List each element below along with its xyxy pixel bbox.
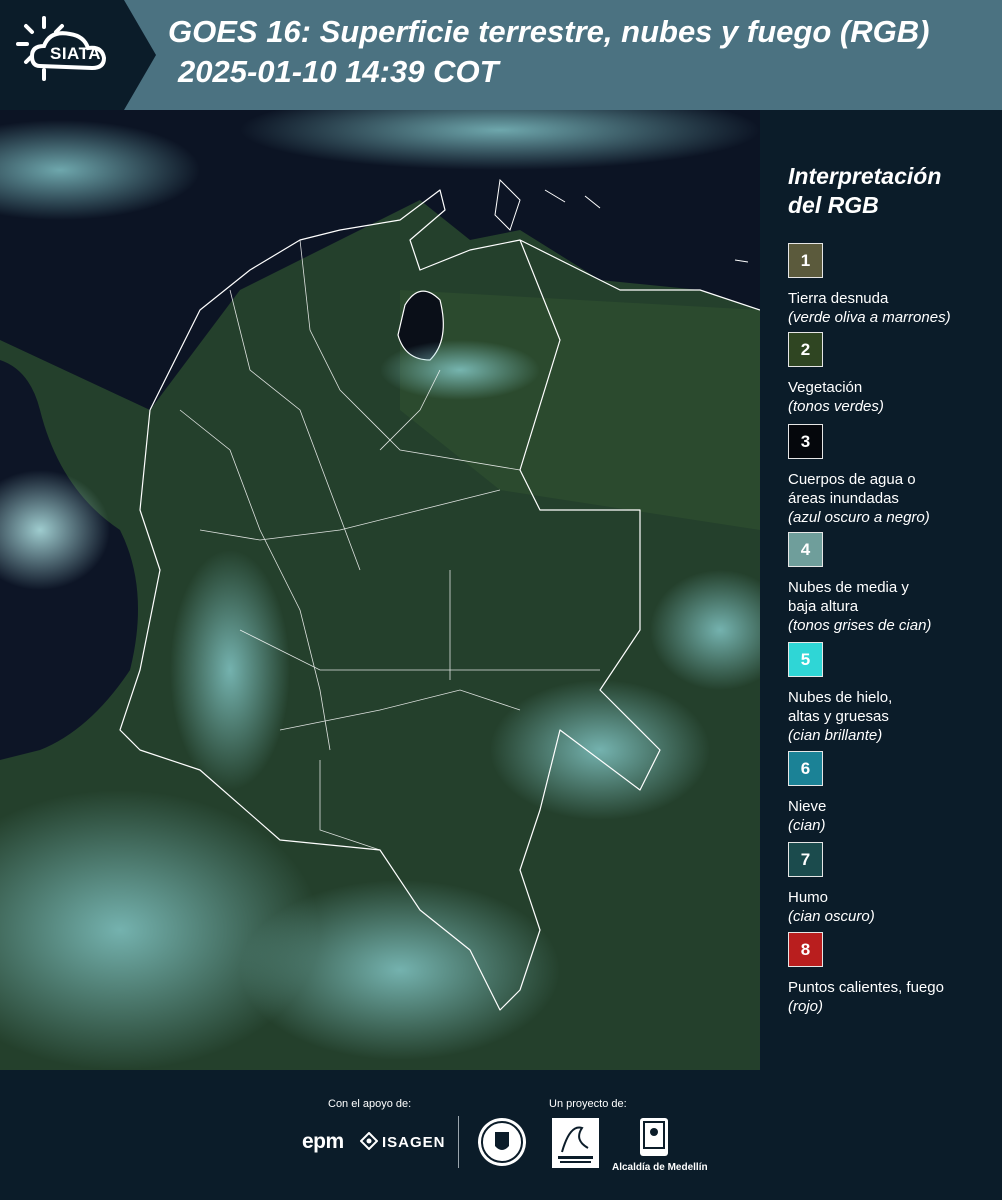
legend-swatch: 6: [788, 751, 823, 786]
siata-logo: SIATA: [0, 0, 158, 110]
timestamp: 2025-01-10 14:39 COT: [178, 54, 499, 89]
support-caption: Con el apoyo de:: [328, 1098, 412, 1110]
legend-item: 2 Vegetación (tonos verdes): [788, 332, 998, 416]
legend-swatch: 7: [788, 842, 823, 877]
legend-item: 6 Nieve (cian): [788, 751, 998, 835]
satellite-map: [0, 110, 760, 1070]
legend-title: Interpretación del RGB: [788, 163, 942, 218]
legend-item: 7 Humo (cian oscuro): [788, 842, 998, 926]
legend-swatch: 2: [788, 332, 823, 367]
legend-swatch: 3: [788, 424, 823, 459]
alcaldia-shield-icon: [640, 1118, 668, 1156]
epm-logo: epm: [302, 1130, 344, 1153]
project-caption: Un proyecto de:: [549, 1098, 627, 1110]
legend-swatch: 1: [788, 243, 823, 278]
alcaldia-logo: Alcaldía de Medellín: [612, 1162, 708, 1173]
legend-item: 5 Nubes de hielo, altas y gruesas (cian …: [788, 642, 998, 745]
footer: Con el apoyo de: Un proyecto de: epm ISA…: [0, 1070, 1002, 1200]
area-metropolitana-logo-icon: [552, 1118, 599, 1168]
legend-item: 3 Cuerpos de agua o áreas inundadas (azu…: [788, 424, 998, 527]
legend-panel: Interpretación del RGB 1 Tierra desnuda …: [770, 110, 1002, 1070]
header: SIATA GOES 16: Superficie terrestre, nub…: [0, 0, 1002, 110]
footer-divider: [458, 1116, 459, 1168]
legend-item: 4 Nubes de media y baja altura (tonos gr…: [788, 532, 998, 635]
isagen-icon: [360, 1132, 378, 1150]
legend-swatch: 4: [788, 532, 823, 567]
legend-swatch: 8: [788, 932, 823, 967]
page-title: GOES 16: Superficie terrestre, nubes y f…: [168, 14, 930, 49]
university-seal-icon: [478, 1118, 526, 1166]
legend-item: 8 Puntos calientes, fuego (rojo): [788, 932, 998, 1016]
legend-swatch: 5: [788, 642, 823, 677]
legend-item: 1 Tierra desnuda (verde oliva a marrones…: [788, 243, 998, 327]
isagen-logo: ISAGEN: [382, 1134, 446, 1151]
logo-text: SIATA: [50, 44, 101, 63]
